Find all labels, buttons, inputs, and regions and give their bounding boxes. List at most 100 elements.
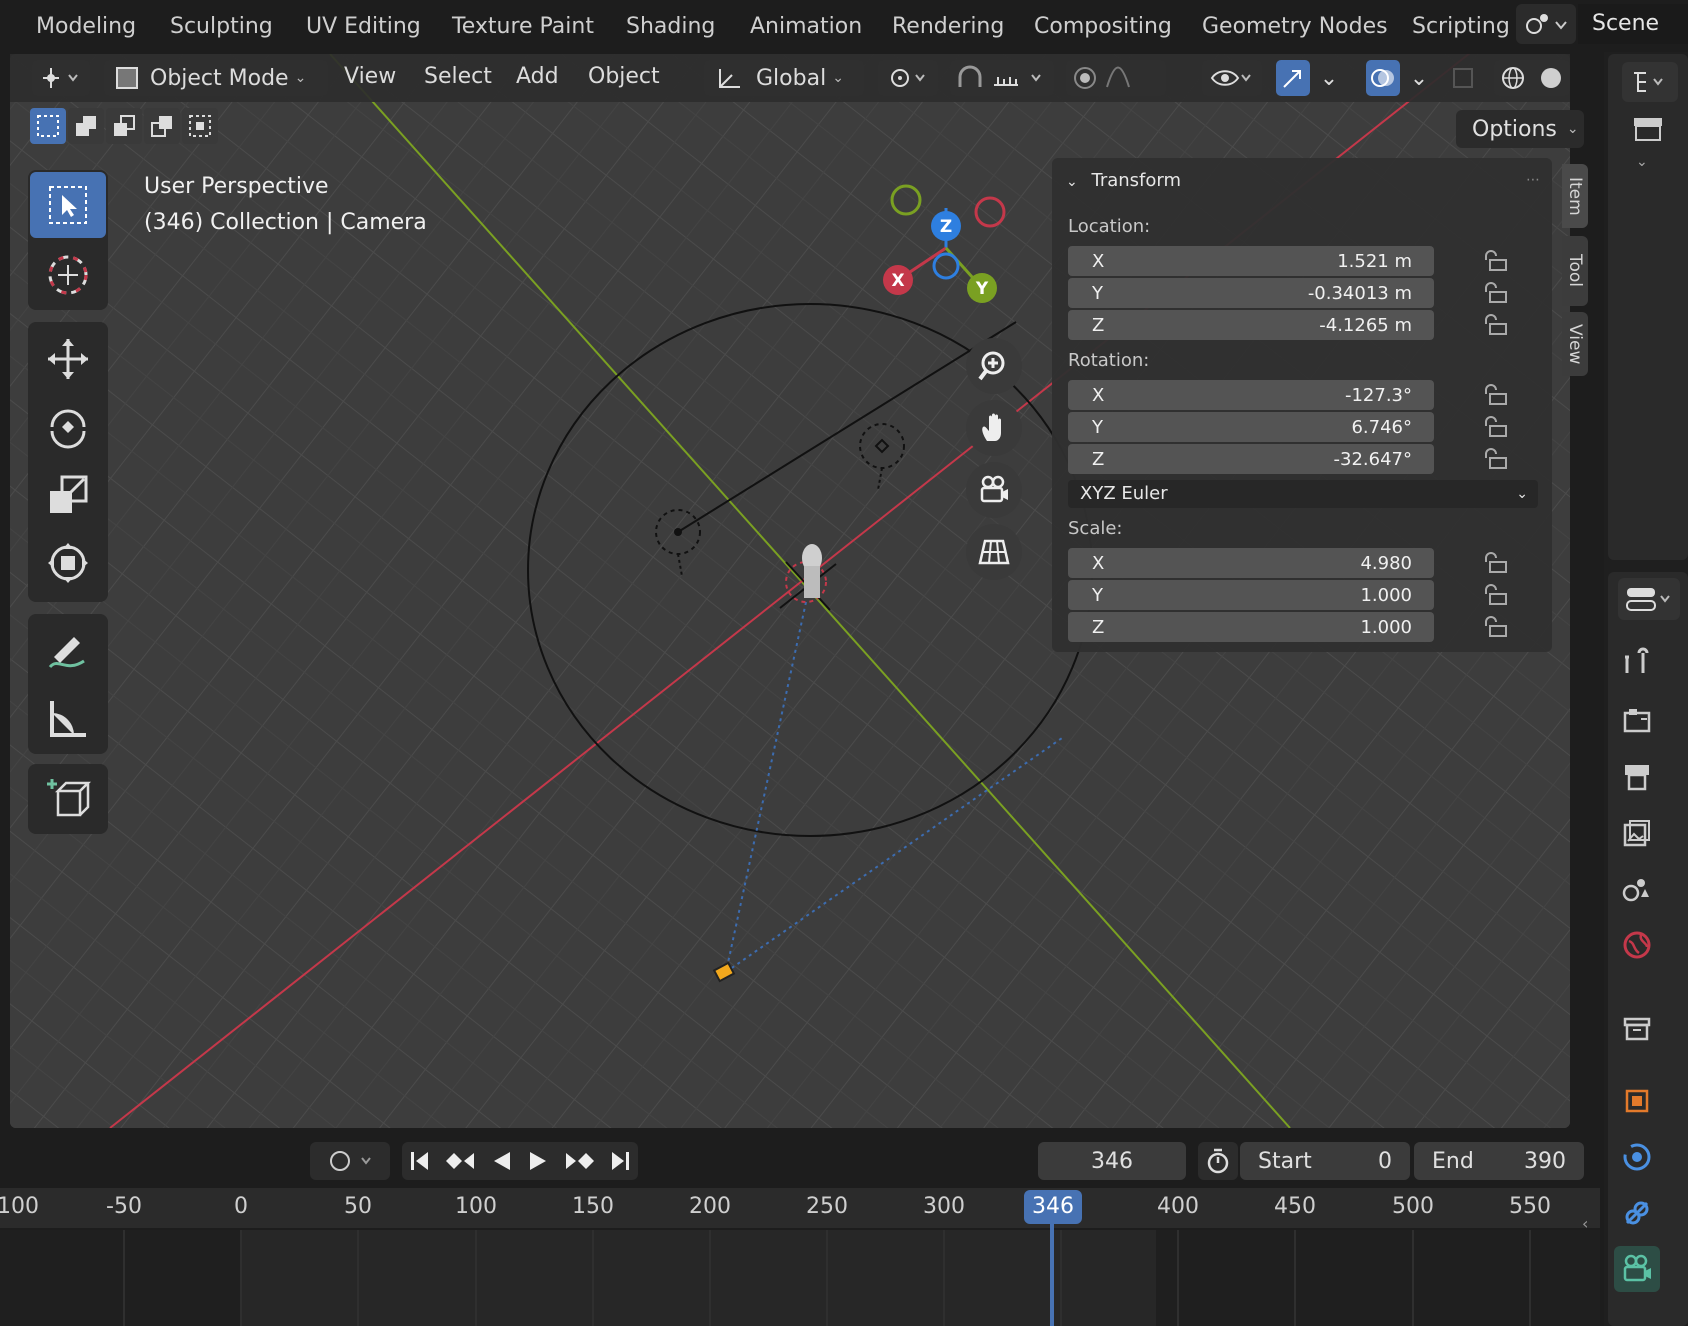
add-cube-icon[interactable] (30, 766, 106, 832)
scale-icon[interactable] (30, 462, 106, 528)
proportional-editing-icon[interactable] (1066, 60, 1166, 96)
rotation-mode-dropdown[interactable]: XYZ Euler ⌄ (1068, 480, 1538, 508)
menu-object[interactable]: Object (588, 64, 660, 89)
scale-y-field[interactable]: Y 1.000 (1068, 580, 1434, 610)
gizmo-toggle-icon[interactable] (1276, 60, 1310, 96)
object-properties-icon[interactable] (1614, 1078, 1660, 1124)
zoom-icon[interactable] (966, 338, 1022, 394)
transform-orientation-dropdown[interactable]: Global ⌄ (704, 60, 864, 96)
measure-icon[interactable] (30, 686, 106, 752)
lock-icon[interactable] (1482, 384, 1508, 406)
snap-icon[interactable] (950, 60, 1054, 96)
shading-modes[interactable] (1494, 60, 1570, 96)
properties-editor-icon[interactable] (1618, 578, 1680, 620)
rotation-x-field[interactable]: X -127.3° (1068, 380, 1434, 410)
side-tab-tool[interactable]: Tool (1562, 236, 1588, 306)
location-x-field[interactable]: X 1.521 m (1068, 246, 1434, 276)
collection-properties-icon[interactable] (1614, 1006, 1660, 1052)
perspective-grid-icon[interactable] (966, 524, 1022, 580)
scene-name[interactable]: Scene (1578, 4, 1688, 44)
current-frame-field[interactable]: 346 (1038, 1142, 1186, 1180)
overlays-icon[interactable] (1366, 60, 1400, 96)
lock-icon[interactable] (1482, 282, 1508, 304)
end-frame-field[interactable]: End 390 (1414, 1142, 1584, 1180)
xray-icon[interactable] (1446, 60, 1480, 96)
menu-view[interactable]: View (344, 64, 396, 89)
world-properties-icon[interactable] (1614, 922, 1660, 968)
previous-keyframe-icon[interactable] (444, 1149, 478, 1173)
next-keyframe-icon[interactable] (562, 1149, 596, 1173)
lock-icon[interactable] (1482, 616, 1508, 638)
scale-x-field[interactable]: X 4.980 (1068, 548, 1434, 578)
drag-handle-icon[interactable]: ⋯ (1526, 172, 1540, 188)
tab-shading[interactable]: Shading (626, 14, 715, 39)
rotation-z-field[interactable]: Z -32.647° (1068, 444, 1434, 474)
navigation-gizmo[interactable]: Z X Y (870, 170, 1030, 310)
tab-animation[interactable]: Animation (750, 14, 862, 39)
playhead-line[interactable] (1050, 1222, 1054, 1326)
camera-data-properties-icon[interactable] (1614, 1246, 1660, 1292)
rotation-y-field[interactable]: Y 6.746° (1068, 412, 1434, 442)
chevron-down-icon[interactable]: ⌄ (1636, 154, 1648, 170)
select-subtract-icon[interactable] (106, 108, 142, 144)
menu-add[interactable]: Add (516, 64, 559, 89)
location-z-field[interactable]: Z -4.1265 m (1068, 310, 1434, 340)
scene-properties-icon[interactable] (1614, 866, 1660, 912)
stopwatch-icon[interactable] (1198, 1142, 1238, 1180)
tab-uv-editing[interactable]: UV Editing (306, 14, 421, 39)
editor-type-button[interactable] (32, 60, 90, 96)
tab-compositing[interactable]: Compositing (1034, 14, 1172, 39)
timeline-tracks[interactable] (0, 1230, 1600, 1326)
chevron-down-icon[interactable]: ⌄ (1404, 60, 1434, 96)
pan-hand-icon[interactable] (966, 400, 1022, 456)
visibility-eye-icon[interactable] (1202, 60, 1262, 96)
playhead-frame-label[interactable]: 346 (1024, 1190, 1082, 1224)
tool-properties-icon[interactable] (1614, 640, 1660, 686)
output-properties-icon[interactable] (1614, 754, 1660, 800)
cursor-icon[interactable] (30, 242, 106, 308)
start-frame-field[interactable]: Start 0 (1240, 1142, 1410, 1180)
select-extend-icon[interactable] (68, 108, 104, 144)
constraint-properties-icon[interactable] (1614, 1190, 1660, 1236)
pivot-point-icon[interactable] (878, 60, 938, 96)
select-invert-icon[interactable] (144, 108, 180, 144)
tab-geometry-nodes[interactable]: Geometry Nodes (1202, 14, 1388, 39)
outliner-display-icon[interactable] (1622, 62, 1678, 102)
select-new-icon[interactable] (30, 108, 66, 144)
side-tab-view[interactable]: View (1562, 312, 1588, 376)
lock-icon[interactable] (1482, 448, 1508, 470)
transform-header[interactable]: ⌄ Transform (1066, 170, 1181, 191)
menu-select[interactable]: Select (424, 64, 492, 89)
tab-modeling[interactable]: Modeling (36, 14, 136, 39)
lock-icon[interactable] (1482, 584, 1508, 606)
scene-selector[interactable]: Scene (1516, 4, 1688, 44)
lock-icon[interactable] (1482, 416, 1508, 438)
archive-icon[interactable] (1630, 114, 1666, 144)
camera-view-icon[interactable] (966, 462, 1022, 518)
jump-start-icon[interactable] (408, 1149, 432, 1173)
scene-icon[interactable] (1516, 4, 1576, 44)
lock-icon[interactable] (1482, 250, 1508, 272)
location-y-field[interactable]: Y -0.34013 m (1068, 278, 1434, 308)
annotate-icon[interactable] (30, 618, 106, 684)
jump-end-icon[interactable] (608, 1149, 632, 1173)
move-icon[interactable] (30, 326, 106, 392)
chevron-down-icon[interactable]: ⌄ (1314, 60, 1344, 96)
select-box-icon[interactable] (30, 172, 106, 238)
play-icon[interactable] (526, 1149, 550, 1173)
lock-icon[interactable] (1482, 552, 1508, 574)
rotate-icon[interactable] (30, 394, 106, 460)
render-properties-icon[interactable] (1614, 698, 1660, 744)
tab-scripting[interactable]: Scripting (1412, 14, 1510, 39)
physics-properties-icon[interactable] (1614, 1134, 1660, 1180)
play-reverse-icon[interactable] (490, 1149, 514, 1173)
view-layer-properties-icon[interactable] (1614, 810, 1660, 856)
transform-icon[interactable] (30, 530, 106, 596)
mode-dropdown[interactable]: Object Mode ⌄ (104, 60, 328, 96)
scale-z-field[interactable]: Z 1.000 (1068, 612, 1434, 642)
lock-icon[interactable] (1482, 314, 1508, 336)
tab-rendering[interactable]: Rendering (892, 14, 1004, 39)
select-intersect-icon[interactable] (182, 108, 218, 144)
keyframe-type-dropdown[interactable] (310, 1142, 390, 1180)
tab-texture-paint[interactable]: Texture Paint (452, 14, 594, 39)
